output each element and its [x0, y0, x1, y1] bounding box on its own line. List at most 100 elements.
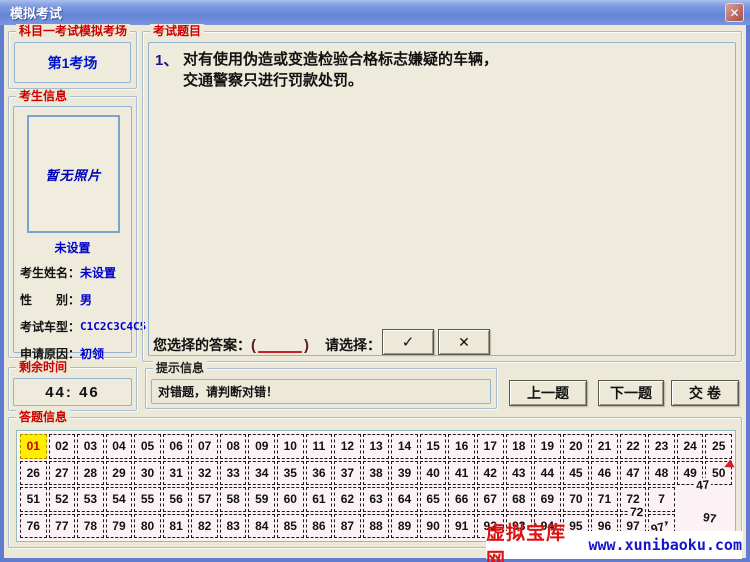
next-question-label: 下一题	[610, 383, 652, 403]
answer-cell-60[interactable]: 60	[277, 487, 304, 512]
answer-cell-46[interactable]: 46	[591, 461, 618, 486]
answer-cell-24[interactable]: 24	[677, 434, 704, 459]
answer-cell-77[interactable]: 77	[49, 514, 76, 539]
answer-cell-66[interactable]: 66	[448, 487, 475, 512]
answer-cell-85[interactable]: 85	[277, 514, 304, 539]
answer-cell-91[interactable]: 91	[448, 514, 475, 539]
answer-cell-12[interactable]: 12	[334, 434, 361, 459]
answer-cell-25[interactable]: 25	[705, 434, 732, 459]
answer-cell-52[interactable]: 52	[49, 487, 76, 512]
answer-cell-04[interactable]: 04	[106, 434, 133, 459]
answer-cell-82[interactable]: 82	[191, 514, 218, 539]
watermark: 虚拟宝库网 www.xunibaoku.com	[486, 531, 742, 559]
answer-cell-84[interactable]: 84	[248, 514, 275, 539]
answer-cell-51[interactable]: 51	[20, 487, 47, 512]
answer-cell-63[interactable]: 63	[363, 487, 390, 512]
answer-cell-37[interactable]: 37	[334, 461, 361, 486]
previous-question-button[interactable]: 上一题	[509, 380, 587, 406]
answer-correct-button[interactable]: ✓	[382, 329, 434, 355]
answer-cell-38[interactable]: 38	[363, 461, 390, 486]
answer-cell-87[interactable]: 87	[334, 514, 361, 539]
answer-cell-71[interactable]: 71	[591, 487, 618, 512]
answer-cell-01[interactable]: 01	[20, 434, 47, 459]
answer-cell-44[interactable]: 44	[534, 461, 561, 486]
answer-cell-48[interactable]: 48	[648, 461, 675, 486]
answer-cell-29[interactable]: 29	[106, 461, 133, 486]
answer-cell-35[interactable]: 35	[277, 461, 304, 486]
answer-cell-41[interactable]: 41	[448, 461, 475, 486]
answer-cell-06[interactable]: 06	[163, 434, 190, 459]
answer-cell-18[interactable]: 18	[506, 434, 533, 459]
answer-cell-61[interactable]: 61	[306, 487, 333, 512]
answer-cell-11[interactable]: 11	[306, 434, 333, 459]
answer-cell-08[interactable]: 08	[220, 434, 247, 459]
answer-cell-54[interactable]: 54	[106, 487, 133, 512]
answer-cell-64[interactable]: 64	[391, 487, 418, 512]
answer-cell-15[interactable]: 15	[420, 434, 447, 459]
answer-cell-26[interactable]: 26	[20, 461, 47, 486]
answer-cell-13[interactable]: 13	[363, 434, 390, 459]
answer-cell-62[interactable]: 62	[334, 487, 361, 512]
answer-cell-79[interactable]: 79	[106, 514, 133, 539]
next-question-button[interactable]: 下一题	[598, 380, 664, 406]
answer-cell-7[interactable]: 7	[648, 487, 675, 512]
window-title: 模拟考试	[0, 3, 62, 22]
answer-cell-69[interactable]: 69	[534, 487, 561, 512]
answer-cell-65[interactable]: 65	[420, 487, 447, 512]
answer-cell-57[interactable]: 57	[191, 487, 218, 512]
answer-cell-30[interactable]: 30	[134, 461, 161, 486]
answer-cell-23[interactable]: 23	[648, 434, 675, 459]
close-button[interactable]: ✕	[725, 3, 744, 22]
answer-cell-10[interactable]: 10	[277, 434, 304, 459]
answer-cell-76[interactable]: 76	[20, 514, 47, 539]
answer-cell-05[interactable]: 05	[134, 434, 161, 459]
answer-cell-28[interactable]: 28	[77, 461, 104, 486]
answer-cell-58[interactable]: 58	[220, 487, 247, 512]
answer-cell-56[interactable]: 56	[163, 487, 190, 512]
answer-cell-31[interactable]: 31	[163, 461, 190, 486]
answer-cell-33[interactable]: 33	[220, 461, 247, 486]
answer-cell-17[interactable]: 17	[477, 434, 504, 459]
answer-cell-89[interactable]: 89	[391, 514, 418, 539]
answer-cell-16[interactable]: 16	[448, 434, 475, 459]
answer-cell-14[interactable]: 14	[391, 434, 418, 459]
answer-cell-22[interactable]: 22	[620, 434, 647, 459]
answer-cell-83[interactable]: 83	[220, 514, 247, 539]
answer-cell-55[interactable]: 55	[134, 487, 161, 512]
answer-cell-80[interactable]: 80	[134, 514, 161, 539]
answer-cell-86[interactable]: 86	[306, 514, 333, 539]
answer-cell-19[interactable]: 19	[534, 434, 561, 459]
answer-cell-88[interactable]: 88	[363, 514, 390, 539]
glitch-number: 47	[693, 477, 712, 493]
answer-cell-40[interactable]: 40	[420, 461, 447, 486]
answer-cell-70[interactable]: 70	[563, 487, 590, 512]
answer-wrong-button[interactable]: ✕	[438, 329, 490, 355]
answer-cell-21[interactable]: 21	[591, 434, 618, 459]
answer-cell-03[interactable]: 03	[77, 434, 104, 459]
answer-cell-78[interactable]: 78	[77, 514, 104, 539]
answer-cell-67[interactable]: 67	[477, 487, 504, 512]
answer-cell-42[interactable]: 42	[477, 461, 504, 486]
answer-cell-53[interactable]: 53	[77, 487, 104, 512]
answer-cell-81[interactable]: 81	[163, 514, 190, 539]
app-window: 模拟考试 ✕ 科目一考试模拟考场 第1考场 考生信息 暂无照片 未设置 考生姓名…	[0, 0, 750, 562]
answer-cell-43[interactable]: 43	[506, 461, 533, 486]
answer-cell-07[interactable]: 07	[191, 434, 218, 459]
answer-cell-32[interactable]: 32	[191, 461, 218, 486]
answer-cell-68[interactable]: 68	[506, 487, 533, 512]
answer-cell-39[interactable]: 39	[391, 461, 418, 486]
submit-paper-button[interactable]: 交 卷	[671, 380, 739, 406]
answer-cell-02[interactable]: 02	[49, 434, 76, 459]
answer-cell-34[interactable]: 34	[248, 461, 275, 486]
answer-cell-47[interactable]: 47	[620, 461, 647, 486]
exam-room-group: 科目一考试模拟考场 第1考场	[8, 31, 137, 89]
answer-cell-59[interactable]: 59	[248, 487, 275, 512]
answer-cell-27[interactable]: 27	[49, 461, 76, 486]
answer-cell-20[interactable]: 20	[563, 434, 590, 459]
answer-cell-90[interactable]: 90	[420, 514, 447, 539]
answer-cell-45[interactable]: 45	[563, 461, 590, 486]
photo-caption: 未设置	[14, 239, 131, 256]
answer-cell-09[interactable]: 09	[248, 434, 275, 459]
answer-group-title: 答题信息	[16, 410, 70, 424]
answer-cell-36[interactable]: 36	[306, 461, 333, 486]
